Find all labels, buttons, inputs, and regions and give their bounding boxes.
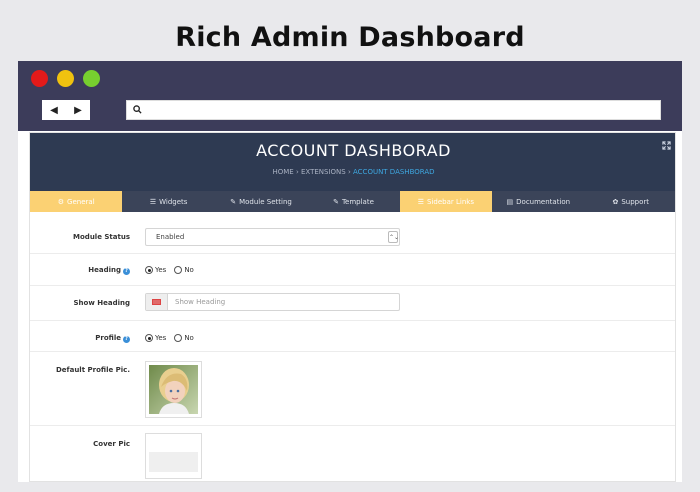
tab-label: Sidebar Links [427,197,475,206]
radio-unchecked-icon [174,334,183,342]
heading-yes-radio[interactable]: Yes [145,266,166,274]
tab-sidebar-links[interactable]: ☰ Sidebar Links [399,191,493,212]
account-dashboard-panel: ACCOUNT DASHBORAD HOME › EXTENSIONS › AC… [29,132,676,482]
tab-support[interactable]: ✿ Support [585,191,675,212]
tab-widgets[interactable]: ☰ Widgets [122,191,214,212]
radio-label: Yes [155,334,167,342]
help-icon[interactable]: ? [123,267,130,275]
module-status-row: Module Status Enabled ⌃⌄ [30,212,675,254]
maximize-window-button[interactable] [83,70,100,87]
document-icon: ▤ [506,197,514,206]
breadcrumb-extensions[interactable]: EXTENSIONS [301,168,346,176]
pencil-icon: ✎ [230,197,237,206]
module-status-value: Enabled [156,233,185,241]
back-arrow-icon[interactable]: ◀ [50,105,58,116]
heading-label: Heading? [88,266,130,275]
pencil-icon: ✎ [333,197,339,206]
profile-no-radio[interactable]: No [174,334,194,342]
show-heading-label: Show Heading [73,299,130,307]
heading-row: Heading? Yes No [30,254,675,286]
radio-label: No [184,334,194,342]
radio-unchecked-icon [174,266,183,274]
chevron-down-icon: ⌃⌄ [388,231,399,243]
cover-pic-row: Cover Pic [30,426,675,481]
address-input[interactable] [147,102,660,118]
show-heading-field[interactable] [145,293,400,311]
default-profile-pic-thumbnail[interactable] [145,361,202,418]
panel-title: ACCOUNT DASHBORAD [256,141,451,160]
tab-label: Documentation [516,197,571,206]
breadcrumb-home[interactable]: HOME [272,168,293,176]
search-icon [127,104,147,117]
tab-documentation[interactable]: ▤ Documentation [492,191,584,212]
profile-label-text: Profile [95,334,121,342]
browser-chrome: ◀ ▶ [18,61,682,131]
breadcrumb-separator: › [295,168,299,176]
radio-checked-icon [145,334,153,342]
forward-arrow-icon[interactable]: ▶ [74,105,82,116]
breadcrumb: HOME › EXTENSIONS › ACCOUNT DASHBORAD [30,168,675,176]
profile-yes-radio[interactable]: Yes [145,334,166,342]
cover-pic-thumbnail[interactable] [145,433,202,479]
list-icon: ☰ [149,197,157,206]
heading-label-text: Heading [88,266,121,274]
panel-header: ACCOUNT DASHBORAD HOME › EXTENSIONS › AC… [30,133,675,191]
nav-buttons: ◀ ▶ [42,100,90,120]
radio-label: No [184,266,194,274]
tab-module-setting[interactable]: ✎ Module Setting [215,191,307,212]
radio-checked-icon [145,266,153,274]
expand-icon[interactable] [662,140,671,153]
module-status-label: Module Status [73,233,130,241]
page-headline: Rich Admin Dashboard [175,22,525,53]
profile-row: Profile? Yes No [30,321,675,352]
cover-placeholder-image [149,452,198,472]
heading-no-radio[interactable]: No [174,266,194,274]
tab-label: Template [341,197,374,206]
gear-icon: ⚙ [57,197,65,206]
default-profile-pic-row: Default Profile Pic. [30,352,675,426]
cover-pic-label: Cover Pic [93,440,130,448]
language-flag-addon [146,294,168,310]
tab-label: Support [621,197,650,206]
breadcrumb-separator: › [347,168,351,176]
settings-form: Module Status Enabled ⌃⌄ Heading? Yes No… [30,212,675,481]
help-icon[interactable]: ? [123,335,130,343]
show-heading-row: Show Heading [30,286,675,321]
tab-general[interactable]: ⚙ General [30,191,123,212]
module-status-select[interactable]: Enabled ⌃⌄ [145,228,400,246]
profile-radio-group: Yes No [145,334,194,342]
default-profile-pic-label: Default Profile Pic. [56,366,130,374]
breadcrumb-current: ACCOUNT DASHBORAD [353,168,435,176]
heading-radio-group: Yes No [145,266,194,274]
support-icon: ✿ [612,197,619,206]
list-icon: ☰ [417,197,425,206]
tab-label: Module Setting [239,197,292,206]
minimize-window-button[interactable] [57,70,74,87]
address-bar[interactable] [126,100,661,120]
radio-label: Yes [155,266,167,274]
close-window-button[interactable] [31,70,48,87]
show-heading-input[interactable] [168,294,399,310]
tab-label: General [67,197,95,206]
tab-label: Widgets [159,197,188,206]
tab-bar: ⚙ General ☰ Widgets ✎ Module Setting ✎ T… [30,191,675,212]
flag-icon [152,299,161,305]
tab-template[interactable]: ✎ Template [307,191,399,212]
profile-photo [149,365,198,414]
profile-label: Profile? [95,334,130,343]
browser-window: ◀ ▶ ACCOUNT DASHBORAD HOME › EXTENSIONS … [18,61,682,482]
